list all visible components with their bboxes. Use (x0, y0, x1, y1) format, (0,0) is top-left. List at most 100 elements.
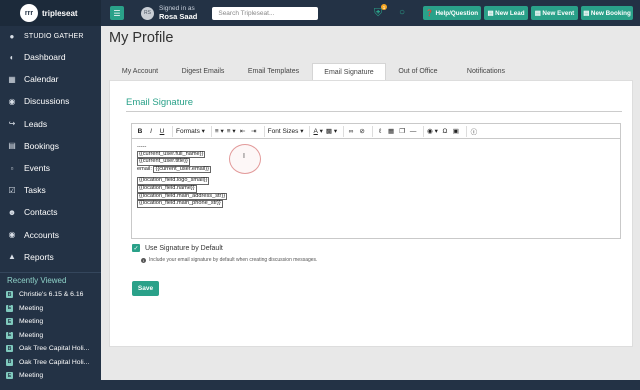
formats-dropdown[interactable]: Formats ▾ (176, 126, 205, 137)
toolbar-divider (210, 125, 212, 137)
chat-icon[interactable]: ○ (399, 7, 405, 18)
horizontal-rule-icon: — (409, 127, 417, 135)
underline-button[interactable]: U (158, 126, 166, 137)
avatar[interactable]: RS (141, 6, 154, 20)
text-cursor-icon: I (243, 153, 245, 160)
tab-my-account[interactable]: My Account (109, 63, 171, 80)
new-event-button[interactable]: ▤ New Event (531, 6, 578, 20)
toolbar-divider (172, 125, 173, 137)
sidebar-item-label: Accounts (24, 229, 59, 240)
toolbar-divider (309, 125, 311, 137)
link-icon: ∞ (348, 127, 354, 135)
table-button[interactable]: ▦ (387, 126, 395, 137)
help-text: i Include your email signature by defaul… (141, 257, 317, 263)
sidebar-item-reports[interactable]: ▲ Reports (0, 246, 101, 268)
signed-in-user[interactable]: Signed in as Rosa Saad (159, 5, 197, 21)
numbered-list-button[interactable]: ≡ ▾ (227, 126, 236, 137)
tab-digest-emails[interactable]: Digest Emails (171, 63, 235, 80)
omega-icon: Ω (442, 127, 448, 135)
recent-item-label: Meeting (19, 304, 44, 312)
sidebar-item-accounts[interactable]: ◉ Accounts (0, 224, 101, 246)
sidebar-item-leads[interactable]: ↪ Leads (0, 113, 101, 135)
event-badge-icon: E (6, 318, 13, 326)
caret-down-icon: ▾ (201, 128, 205, 135)
outdent-button[interactable]: ⇤ (239, 126, 247, 137)
brand[interactable]: rrr tripleseat (0, 0, 101, 26)
new-booking-button[interactable]: ▤ New Booking (581, 6, 633, 20)
special-character-button[interactable]: Ω (441, 126, 449, 137)
image-icon: ▣ (452, 128, 459, 135)
recent-item[interactable]: B Oak Tree Capital Holi... (0, 342, 101, 356)
recent-item[interactable]: B Christie's 6.15 & 6.16 (0, 288, 101, 302)
toolbar-divider (465, 125, 467, 137)
italic-button[interactable]: I (147, 126, 155, 137)
save-button[interactable]: Save (132, 281, 159, 296)
help-text-label: Include your email signature by default … (149, 257, 318, 263)
tab-out-of-office[interactable]: Out of Office (386, 63, 450, 80)
sidebar-item-discussions[interactable]: ◉ Discussions (0, 90, 101, 112)
bold-button[interactable]: B (136, 126, 144, 137)
help-button[interactable]: ⓘ (470, 126, 478, 137)
sidebar-item-label: Events (24, 163, 50, 174)
image-button[interactable]: ▣ (452, 126, 460, 137)
dashboard-icon: ◐ (9, 52, 15, 62)
booking-badge-icon: B (6, 291, 13, 299)
search-input[interactable]: Search Tripleseat... (212, 6, 319, 20)
venue-selector[interactable]: ● STUDIO GATHER (0, 26, 101, 46)
clear-formatting-icon: ℓ (379, 127, 382, 135)
sidebar-item-events[interactable]: ▫ Events (0, 157, 101, 179)
copy-button[interactable]: ❐ (398, 126, 406, 137)
editor-content[interactable]: ----- {{current_user.full_name}} {{curre… (132, 139, 620, 213)
font-sizes-dropdown[interactable]: Font Sizes ▾ (268, 126, 304, 137)
sidebar-item-label: Dashboard (24, 52, 66, 63)
click-indicator (229, 144, 261, 174)
merge-field: {{current_user.title}} (137, 158, 190, 166)
unlink-button[interactable]: ⊘ (358, 126, 366, 137)
numbered-list-icon: ≡ (226, 127, 231, 135)
use-signature-default[interactable]: ✓ Use Signature by Default (132, 244, 223, 252)
recent-item[interactable]: B Oak Tree Capital Holi... (0, 355, 101, 369)
caret-down-icon: ▾ (220, 128, 224, 135)
sidebar-item-bookings[interactable]: ▤ Bookings (0, 135, 101, 157)
signature-line: {{location_field.main_address_str}} (137, 192, 615, 201)
menu-toggle-button[interactable]: ☰ (110, 6, 124, 20)
new-lead-button[interactable]: ▤ New Lead (484, 6, 528, 20)
horizontal-rule-button[interactable]: — (409, 126, 417, 137)
event-badge-icon: E (6, 331, 13, 339)
recent-item[interactable]: E Meeting (0, 301, 101, 315)
leads-icon: ↪ (8, 119, 16, 129)
indent-icon: ⇥ (250, 128, 257, 135)
text-color-button[interactable]: A ▾ (313, 126, 322, 137)
recent-item-label: Christie's 6.15 & 6.16 (19, 291, 84, 299)
panel-title: Email Signature (126, 97, 194, 108)
placeholder-dropdown[interactable]: ◉ ▾ (427, 126, 438, 137)
tab-notifications[interactable]: Notifications (450, 63, 522, 80)
recent-item[interactable]: E Meeting (0, 328, 101, 342)
sidebar-item-calendar[interactable]: ▦ Calendar (0, 68, 101, 90)
indent-button[interactable]: ⇥ (250, 126, 258, 137)
link-button[interactable]: ∞ (347, 126, 355, 137)
recent-item-label: Meeting (19, 318, 44, 326)
calendar-icon: ▦ (8, 74, 16, 84)
background-color-button[interactable]: ▩ ▾ (326, 126, 337, 137)
bullet-list-button[interactable]: ≡ ▾ (215, 126, 224, 137)
sidebar-item-label: Discussions (24, 96, 70, 107)
tab-email-signature[interactable]: Email Signature (312, 63, 386, 80)
recent-item[interactable]: E Meeting (0, 369, 101, 383)
tripleseat-logo: rrr (20, 4, 38, 22)
sidebar-item-tasks[interactable]: ☑ Tasks (0, 179, 101, 201)
new-event-icon: ▤ (534, 9, 543, 17)
notification-count-badge: 1 (381, 4, 387, 10)
help-question-button[interactable]: ❓ Help/Question (423, 6, 481, 20)
recent-item[interactable]: E Meeting (0, 315, 101, 329)
tab-email-templates[interactable]: Email Templates (235, 63, 312, 80)
location-pin-icon: ● (9, 31, 15, 41)
sidebar-item-label: Bookings (24, 140, 59, 151)
sidebar-item-contacts[interactable]: ☻ Contacts (0, 201, 101, 223)
merge-field: {{location_field.logo_small}} (137, 177, 210, 185)
clear-formatting-button[interactable]: ℓ (376, 126, 384, 137)
use-signature-checkbox[interactable]: ✓ (132, 244, 140, 252)
text-color-icon: A (313, 127, 318, 135)
sidebar-item-dashboard[interactable]: ◐ Dashboard (0, 46, 101, 68)
signature-editor: B I U Formats ▾ ≡ ▾ ≡ ▾ ⇤ ⇥ Font Sizes ▾… (131, 123, 621, 239)
